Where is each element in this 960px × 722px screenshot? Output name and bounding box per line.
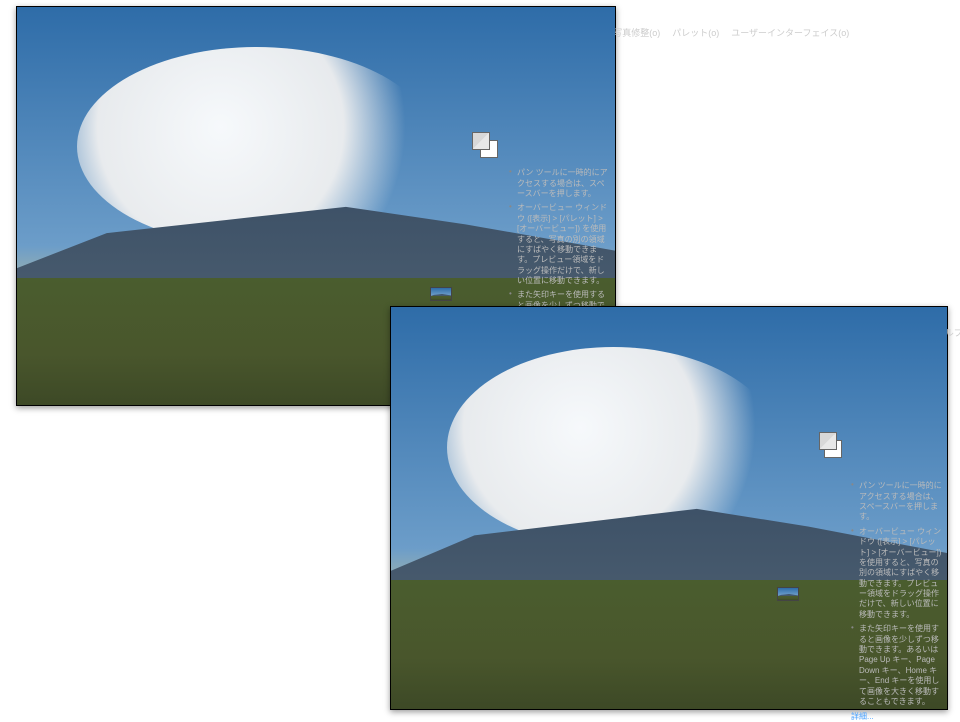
menu-retouch[interactable]: 写真修整(o) [608,25,665,40]
organizer-thumb-strip-2[interactable] [413,654,757,702]
learn-hint-1b: パン ツールに一時的にアクセスする場合は、スペースバーを押します。 [851,479,943,525]
organizer-panel: ナビゲーション ▾ 並べ替えの条件： フォルダー ▾ Autodetect パス… [39,335,410,391]
thumb-1b[interactable] [419,658,477,698]
app-window-2: Corel PaintShop Pro 2020 ULTIMATE ⌂ 管理 編… [390,306,948,710]
learn-hint-2b: オーバービュー ウィンドウ ([表示] > [パレット] > [オーバービュー]… [851,525,943,623]
menu-palettes[interactable]: パレット(o) [667,25,724,40]
learn-hint-2: オーバービュー ウィンドウ ([表示] > [パレット] > [オーバービュー]… [509,201,611,288]
menu-ui[interactable]: ユーザーインターフェイス(o) [726,25,854,40]
thumb-1[interactable] [45,354,103,394]
organizer-panel-2: ナビゲーション ▾ 並べ替えの条件： フォルダー ▾ Autodetect パス… [413,639,757,695]
fgbg-swatch[interactable] [472,132,498,158]
learn-hint-3b: また矢印キーを使用すると画像を少しずつ移動できます。あるいは Page Up キ… [851,622,943,709]
learn-hint-1: パン ツールに一時的にアクセスする場合は、スペースバーを押します。 [509,166,611,201]
organizer-thumb-strip[interactable] [39,350,410,398]
fgbg-swatch-2[interactable] [819,432,842,458]
learn-details-link-2[interactable]: 詳細... [851,709,943,722]
